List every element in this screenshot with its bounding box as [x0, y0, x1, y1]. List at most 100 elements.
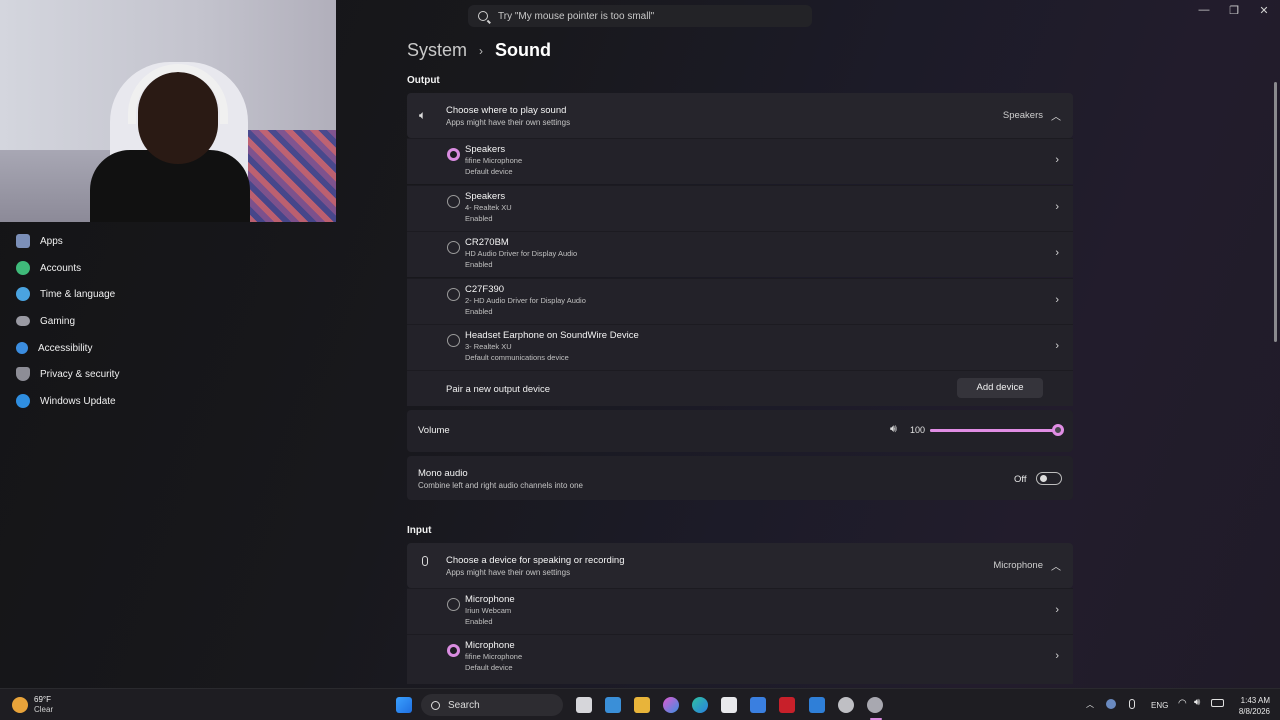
- sidebar-item-label: Windows Update: [40, 395, 116, 407]
- device-status: Default communications device: [465, 353, 569, 362]
- device-status: Enabled: [465, 260, 493, 269]
- chevron-right-icon[interactable]: ›: [1055, 294, 1059, 306]
- mono-audio-state: Off: [1014, 474, 1027, 485]
- edge-icon[interactable]: [692, 697, 708, 713]
- device-driver: 2- HD Audio Driver for Display Audio: [465, 296, 586, 305]
- globe-clock-icon: [16, 287, 30, 301]
- device-name: CR270BM: [465, 237, 509, 248]
- sidebar-item-accounts[interactable]: Accounts: [16, 258, 81, 278]
- sidebar-item-windows-update[interactable]: Windows Update: [16, 391, 116, 411]
- radio-button[interactable]: [447, 598, 460, 611]
- sidebar-item-label: Time & language: [40, 288, 116, 300]
- chevron-up-icon[interactable]: ︿: [1051, 558, 1061, 573]
- chevron-right-icon[interactable]: ›: [1055, 650, 1059, 662]
- store-icon[interactable]: [721, 697, 737, 713]
- wifi-icon[interactable]: ◠: [1178, 698, 1187, 709]
- mcafee-icon[interactable]: [779, 697, 795, 713]
- output-chooser-value: Speakers: [1002, 110, 1043, 121]
- weather-condition: Clear: [34, 705, 54, 714]
- restore-button[interactable]: ❐: [1224, 4, 1244, 17]
- chevron-right-icon[interactable]: ›: [1055, 247, 1059, 259]
- language-indicator[interactable]: ENG: [1151, 701, 1168, 710]
- onedrive-icon[interactable]: [1106, 699, 1116, 709]
- radio-button[interactable]: [447, 334, 460, 347]
- mail-icon[interactable]: [809, 697, 825, 713]
- app-icon[interactable]: [750, 697, 766, 713]
- weather-widget[interactable]: 69°F Clear: [34, 695, 53, 715]
- sidebar-item-apps[interactable]: Apps: [16, 231, 63, 251]
- volume-slider-fill: [930, 429, 1058, 432]
- taskbar-search-label: Search: [448, 699, 480, 711]
- copilot-icon[interactable]: [663, 697, 679, 713]
- sidebar-item-privacy[interactable]: Privacy & security: [16, 364, 119, 384]
- device-driver: Iriun Webcam: [465, 606, 512, 615]
- volume-icon[interactable]: 🔊︎: [1194, 697, 1200, 708]
- microphone-icon: [422, 556, 428, 566]
- add-device-button[interactable]: Add device: [957, 378, 1043, 398]
- clock-time: 1:43 AM: [1240, 696, 1270, 705]
- sidebar-item-accessibility[interactable]: Accessibility: [16, 338, 92, 358]
- weather-icon: [12, 697, 28, 713]
- radio-button[interactable]: [447, 644, 460, 657]
- input-device-row[interactable]: Microphone Iriun Webcam Enabled ›: [407, 588, 1073, 634]
- settings-search-box[interactable]: Try "My mouse pointer is too small": [468, 5, 812, 27]
- device-name: Microphone: [465, 594, 515, 605]
- mono-audio-toggle[interactable]: [1036, 472, 1062, 485]
- device-driver: 4- Realtek XU: [465, 203, 512, 212]
- output-chooser-title: Choose where to play sound: [446, 105, 567, 116]
- breadcrumb-parent[interactable]: System: [407, 40, 467, 61]
- breadcrumb: System › Sound: [407, 40, 551, 61]
- volume-slider-thumb[interactable]: [1052, 424, 1064, 436]
- accessibility-icon: [16, 342, 28, 354]
- output-device-row[interactable]: Speakers 4- Realtek XU Enabled ›: [407, 185, 1073, 231]
- search-icon: [431, 700, 440, 710]
- input-heading: Input: [407, 525, 432, 536]
- minimize-button[interactable]: —: [1194, 4, 1214, 16]
- sidebar-item-time-language[interactable]: Time & language: [16, 284, 115, 304]
- radio-button[interactable]: [447, 288, 460, 301]
- output-device-row[interactable]: CR270BM HD Audio Driver for Display Audi…: [407, 231, 1073, 277]
- radio-button[interactable]: [447, 148, 460, 161]
- chevron-right-icon[interactable]: ›: [1055, 340, 1059, 352]
- input-chooser-title: Choose a device for speaking or recordin…: [446, 555, 625, 566]
- search-placeholder: Try "My mouse pointer is too small": [498, 10, 655, 22]
- page-scrollbar[interactable]: [1274, 82, 1277, 342]
- output-device-row[interactable]: C27F390 2- HD Audio Driver for Display A…: [407, 278, 1073, 324]
- chevron-up-icon[interactable]: ︿: [1086, 699, 1094, 710]
- volume-speaker-icon[interactable]: 🔊︎: [890, 423, 897, 436]
- mono-audio-subtitle: Combine left and right audio channels in…: [418, 481, 583, 490]
- taskbar-search[interactable]: Search: [421, 694, 563, 716]
- sidebar-item-gaming[interactable]: Gaming: [16, 311, 75, 331]
- chatgpt-icon[interactable]: [838, 697, 854, 713]
- close-button[interactable]: ✕: [1254, 4, 1274, 17]
- device-name: C27F390: [465, 284, 505, 295]
- weather-temp: 69°F: [34, 695, 51, 704]
- clock-date: 8/8/2026: [1238, 707, 1270, 716]
- start-icon[interactable]: [396, 697, 412, 713]
- app-icon[interactable]: [605, 697, 621, 713]
- sidebar-item-label: Gaming: [40, 315, 76, 327]
- output-chooser-subtitle: Apps might have their own settings: [446, 118, 571, 127]
- output-device-chooser[interactable]: 🔈︎ Choose where to play sound Apps might…: [407, 93, 1073, 138]
- clock[interactable]: 1:43 AM 8/8/2026: [1232, 695, 1270, 717]
- file-explorer-icon[interactable]: [634, 697, 650, 713]
- input-device-chooser[interactable]: Choose a device for speaking or recordin…: [407, 543, 1073, 588]
- chevron-right-icon[interactable]: ›: [1055, 154, 1059, 166]
- device-name: Headset Earphone on SoundWire Device: [465, 330, 639, 341]
- sidebar-item-label: Accounts: [40, 262, 82, 274]
- device-status: Default device: [465, 167, 513, 176]
- task-view-icon[interactable]: [576, 697, 592, 713]
- output-device-row[interactable]: Headset Earphone on SoundWire Device 3- …: [407, 324, 1073, 370]
- settings-gear-icon[interactable]: [867, 697, 883, 713]
- radio-button[interactable]: [447, 195, 460, 208]
- radio-button[interactable]: [447, 241, 460, 254]
- input-device-row[interactable]: Microphone fifine Microphone Default dev…: [407, 634, 1073, 684]
- device-driver: fifine Microphone: [465, 652, 523, 661]
- chevron-up-icon[interactable]: ︿: [1051, 108, 1061, 123]
- output-device-row[interactable]: Speakers fifine Microphone Default devic…: [407, 138, 1073, 184]
- microphone-icon[interactable]: [1129, 699, 1135, 709]
- battery-icon[interactable]: [1211, 699, 1224, 707]
- chevron-right-icon[interactable]: ›: [1055, 604, 1059, 616]
- input-chooser-subtitle: Apps might have their own settings: [446, 568, 571, 577]
- chevron-right-icon[interactable]: ›: [1055, 201, 1059, 213]
